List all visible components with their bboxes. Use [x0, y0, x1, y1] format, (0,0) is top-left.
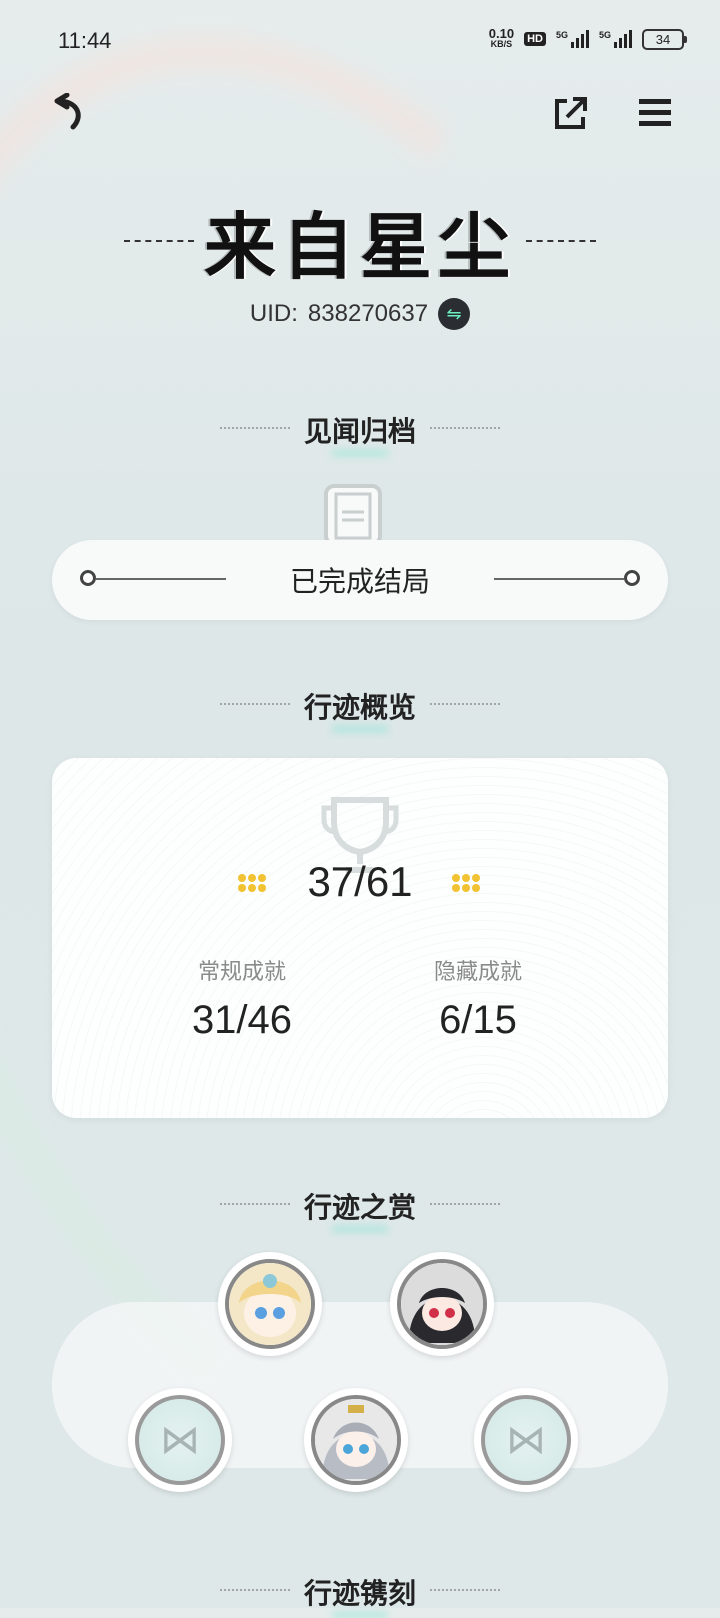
- character-silver-hair-icon: [315, 1399, 397, 1481]
- total-achievements: 37/61: [307, 858, 413, 905]
- status-bar: 11:44 0.10 KB/S HD 5G 5G 34: [0, 0, 720, 80]
- ending-label: 已完成结局: [289, 565, 430, 598]
- book-icon: [324, 484, 382, 544]
- rewards-section-header: 行迹之赏: [0, 1186, 720, 1226]
- uid-value: 838270637: [307, 300, 429, 327]
- page-title: 来自星尘: [0, 188, 720, 293]
- status-icons: 0.10 KB/S HD 5G 5G 34: [488, 26, 687, 50]
- swap-icon[interactable]: ⇋: [438, 298, 471, 330]
- locked-bowtie-icon: ⋈: [506, 1417, 546, 1463]
- pill-left-dot: [80, 570, 96, 586]
- character-blonde-icon: [229, 1263, 311, 1345]
- pill-right-line: [494, 578, 624, 580]
- uid-row: UID: 838270637 ⇋: [0, 298, 720, 330]
- locked-bowtie-icon: ⋈: [160, 1417, 200, 1463]
- reward-slot-locked-left[interactable]: ⋈: [128, 1388, 232, 1492]
- archive-section-header: 见闻归档: [0, 410, 720, 450]
- back-button[interactable]: [46, 90, 92, 136]
- signal-icon-2: 5G: [599, 30, 632, 48]
- achievement-overview-card[interactable]: 37/61 常规成就 31/46 隐藏成就 6/15: [52, 758, 668, 1118]
- reward-avatar-dark-hair[interactable]: [390, 1252, 494, 1356]
- signal-icon: 5G: [556, 30, 589, 48]
- reward-slot-locked-right[interactable]: ⋈: [474, 1388, 578, 1492]
- regular-achievements-label: 常规成就: [197, 960, 286, 985]
- overview-section-header: 行迹概览: [0, 686, 720, 726]
- back-arrow-icon: [54, 93, 81, 130]
- character-dark-hair-icon: [401, 1263, 483, 1345]
- hd-icon: HD: [524, 32, 546, 46]
- share-icon: [555, 97, 587, 129]
- gold-dots-right-icon: [452, 874, 482, 892]
- net-speed: 0.10 KB/S: [488, 26, 515, 49]
- pill-left-line: [96, 578, 226, 580]
- status-time: 11:44: [58, 28, 112, 53]
- completed-endings-button[interactable]: 已完成结局: [52, 540, 668, 620]
- share-button[interactable]: [548, 90, 594, 136]
- menu-button[interactable]: [632, 90, 678, 136]
- regular-achievements-value: 31/46: [191, 998, 293, 1042]
- pill-right-dot: [624, 570, 640, 586]
- uid-label: UID:: [249, 300, 298, 327]
- menu-icon: [639, 99, 671, 126]
- reward-avatar-blonde[interactable]: [218, 1252, 322, 1356]
- reward-avatar-silver-hair[interactable]: [304, 1388, 408, 1492]
- engraving-section-header: 行迹镌刻: [0, 1572, 720, 1612]
- hidden-achievements-value: 6/15: [439, 998, 517, 1042]
- battery-icon: 34: [642, 28, 687, 50]
- hidden-achievements-label: 隐藏成就: [433, 960, 522, 985]
